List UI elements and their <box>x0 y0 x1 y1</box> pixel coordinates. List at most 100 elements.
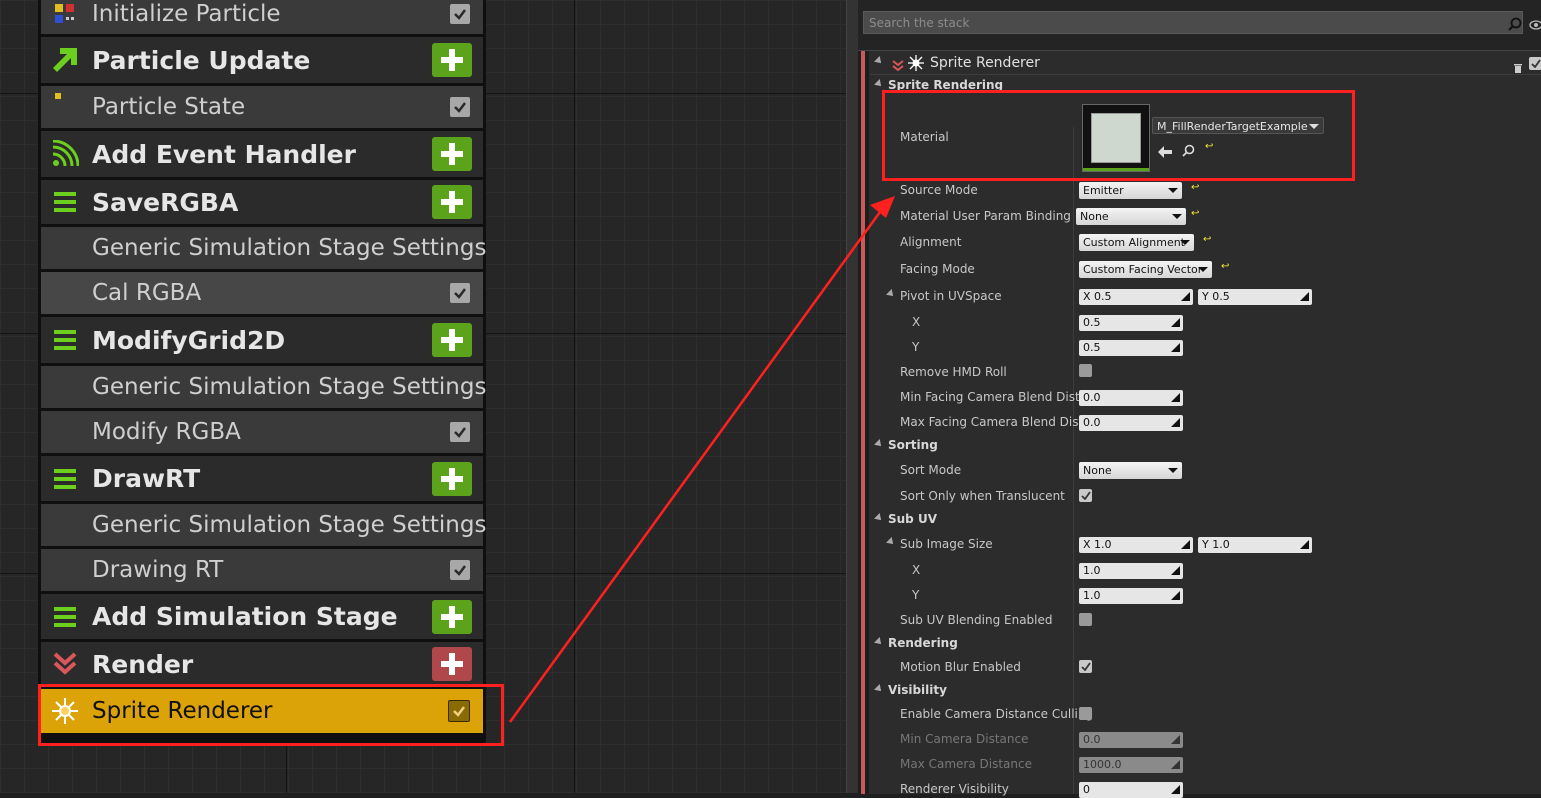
add-module-button[interactable] <box>432 137 472 171</box>
sub-uv-blending-checkbox[interactable] <box>1079 613 1092 626</box>
min-camera-distance-field: 0.0 <box>1079 732 1183 748</box>
facing-mode-dropdown[interactable]: Custom Facing Vector <box>1079 261 1212 278</box>
dropdown-value: Emitter <box>1083 184 1124 197</box>
camera-culling-checkbox[interactable] <box>1079 707 1092 720</box>
sub-image-x-field[interactable]: X 1.0 <box>1079 537 1193 553</box>
add-module-button[interactable] <box>432 461 472 496</box>
source-mode-dropdown[interactable]: Emitter <box>1079 182 1182 199</box>
remove-hmd-roll-checkbox[interactable] <box>1079 364 1092 377</box>
divider <box>870 74 1541 75</box>
material-user-param-dropdown[interactable]: None <box>1076 208 1186 225</box>
stage-label: ModifyGrid2D <box>92 325 286 355</box>
module-generic-simulation-stage-settings[interactable]: Generic Simulation Stage Settings <box>41 227 486 269</box>
module-particle-state[interactable]: Particle State <box>41 86 483 128</box>
add-renderer-button[interactable] <box>432 647 472 681</box>
stage-bars-icon <box>51 603 79 631</box>
add-module-button[interactable] <box>432 185 472 219</box>
pivot-y-field[interactable]: Y 0.5 <box>1198 289 1312 305</box>
expand-arrow-icon[interactable] <box>886 289 896 299</box>
enable-checkbox[interactable] <box>450 283 470 303</box>
collapse-arrow-icon[interactable] <box>874 513 884 523</box>
module-initialize-particle[interactable]: Initialize Particle <box>41 0 483 34</box>
sort-only-translucent-checkbox[interactable] <box>1079 489 1092 502</box>
drag-corner-icon <box>1181 540 1190 549</box>
reset-to-default-icon[interactable]: ↩ <box>1191 182 1199 193</box>
renderer-title: Sprite Renderer <box>930 55 1040 71</box>
property-label: Motion Blur Enabled <box>900 660 1021 674</box>
module-cal-rgba[interactable]: Cal RGBA <box>41 272 483 314</box>
collapse-arrow-icon[interactable] <box>874 637 884 647</box>
stage-label: SaveRGBA <box>92 187 239 217</box>
selection-stack-panel: Search the stack Sprite Renderer Sprite … <box>858 0 1541 798</box>
property-label: Sub UV Blending Enabled <box>900 613 1053 627</box>
min-facing-blend-field[interactable]: 0.0 <box>1079 390 1183 406</box>
emitter-node[interactable]: Initialize Particle Particle Update Part… <box>38 0 486 744</box>
collapse-arrow-icon[interactable] <box>874 79 884 89</box>
module-label: Particle State <box>92 94 246 120</box>
pivot-x-value-field[interactable]: 0.5 <box>1079 315 1183 331</box>
field-value: 0.5 <box>1083 341 1101 354</box>
field-value: X 1.0 <box>1083 538 1112 551</box>
stage-label: Render <box>92 649 194 679</box>
reset-to-default-icon[interactable]: ↩ <box>1221 261 1229 272</box>
field-value: 0.0 <box>1083 733 1101 746</box>
add-module-button[interactable] <box>432 599 472 634</box>
pivot-y-value-field[interactable]: 0.5 <box>1079 340 1183 356</box>
field-value: 0.0 <box>1083 391 1101 404</box>
plus-icon <box>441 49 463 71</box>
stage-modifygrid2d[interactable]: ModifyGrid2D <box>41 317 483 363</box>
stage-savergba[interactable]: SaveRGBA <box>41 180 483 224</box>
stage-particle-update[interactable]: Particle Update <box>41 37 483 83</box>
column-divider <box>1073 127 1074 794</box>
property-label: Pivot in UVSpace <box>900 289 1002 303</box>
sub-image-x-value-field[interactable]: 1.0 <box>1079 563 1183 579</box>
property-label: Sub Image Size <box>900 537 993 551</box>
collapse-arrow-icon[interactable] <box>874 684 884 694</box>
section-rendering: Rendering <box>888 636 958 650</box>
enable-checkbox[interactable] <box>450 4 470 24</box>
pivot-x-field[interactable]: X 0.5 <box>1079 289 1193 305</box>
renderer-enable-checkbox[interactable] <box>1529 57 1541 70</box>
property-label: Source Mode <box>900 183 978 197</box>
renderer-visibility-field[interactable]: 0 <box>1079 782 1183 798</box>
stage-bars-icon <box>51 188 79 216</box>
expand-arrow-icon[interactable] <box>886 537 896 547</box>
collapse-arrow-icon[interactable] <box>874 439 884 449</box>
reset-to-default-icon[interactable]: ↩ <box>1191 208 1199 219</box>
module-label: Generic Simulation Stage Settings <box>92 374 487 400</box>
sub-image-y-value-field[interactable]: 1.0 <box>1079 588 1183 604</box>
motion-blur-checkbox[interactable] <box>1079 660 1092 673</box>
collapse-arrow-icon[interactable] <box>874 56 884 66</box>
field-value: 1000.0 <box>1083 758 1122 771</box>
stage-render[interactable]: Render <box>41 642 483 686</box>
dropdown-value: Custom Alignment <box>1083 236 1185 249</box>
enable-checkbox[interactable] <box>450 422 470 442</box>
stage-drawrt[interactable]: DrawRT <box>41 456 483 501</box>
add-module-button[interactable] <box>432 323 472 357</box>
chevron-down-icon <box>1168 188 1178 193</box>
module-modify-rgba[interactable]: Modify RGBA <box>41 411 483 453</box>
module-generic-simulation-stage-settings[interactable]: Generic Simulation Stage Settings <box>41 366 487 408</box>
drag-corner-icon <box>1171 591 1180 600</box>
alignment-dropdown[interactable]: Custom Alignment <box>1079 234 1194 251</box>
sort-mode-dropdown[interactable]: None <box>1079 462 1182 479</box>
stage-add-event-handler[interactable]: Add Event Handler <box>41 131 483 177</box>
module-generic-simulation-stage-settings[interactable]: Generic Simulation Stage Settings <box>41 504 486 546</box>
visibility-eye-icon[interactable] <box>1529 16 1541 35</box>
stack-search-input[interactable]: Search the stack <box>863 11 1523 34</box>
stage-bars-icon <box>51 465 79 493</box>
sub-image-y-field[interactable]: Y 1.0 <box>1198 537 1312 553</box>
reset-to-default-icon[interactable]: ↩ <box>1203 234 1211 245</box>
module-drawing-rt[interactable]: Drawing RT <box>41 549 483 591</box>
max-facing-blend-field[interactable]: 0.0 <box>1079 415 1183 431</box>
enable-checkbox[interactable] <box>450 97 470 117</box>
field-value: Y 1.0 <box>1202 538 1230 551</box>
enable-checkbox[interactable] <box>450 560 470 580</box>
drag-corner-icon <box>1171 760 1180 769</box>
field-value: 0 <box>1083 783 1090 796</box>
stage-add-simulation-stage[interactable]: Add Simulation Stage <box>41 594 483 639</box>
drag-corner-icon <box>1171 735 1180 744</box>
field-value: 1.0 <box>1083 589 1101 602</box>
add-module-button[interactable] <box>432 43 472 77</box>
chevron-down-icon <box>1198 267 1208 272</box>
